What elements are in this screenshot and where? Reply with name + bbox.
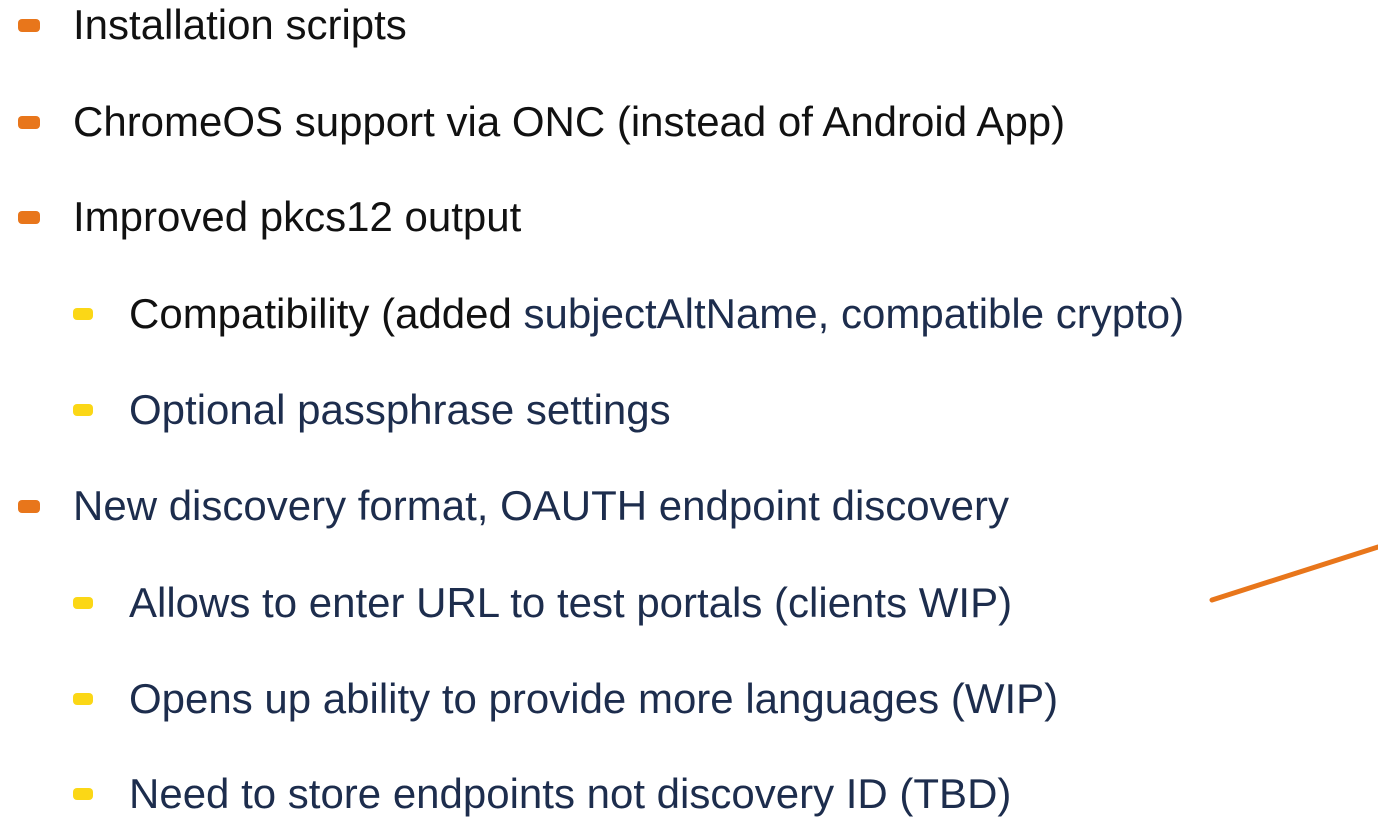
- connector-line: [1209, 544, 1378, 603]
- slide: Installation scripts ChromeOS support via…: [0, 0, 1378, 817]
- connector-line-stroke: [1209, 544, 1378, 603]
